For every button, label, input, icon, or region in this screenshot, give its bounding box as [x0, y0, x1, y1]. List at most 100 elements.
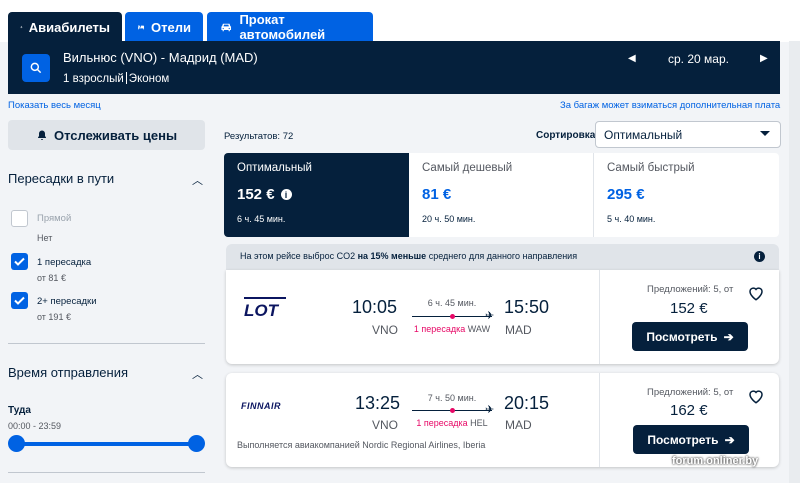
stops-count: 1 пересадка	[413, 324, 466, 334]
departure-time-slider[interactable]	[16, 442, 196, 446]
one-stop-label: 1 пересадка	[37, 257, 92, 268]
two-plus-stops-price: от 191 €	[37, 312, 71, 322]
flight-duration: 7 ч. 50 мин.	[427, 393, 477, 403]
cabin-text: Эконом	[128, 73, 170, 85]
info-icon[interactable]: i	[280, 189, 292, 200]
stops-filter-title: Пересадки в пути	[8, 171, 115, 186]
airline-logo-finnair: FINNAIR	[241, 401, 281, 411]
product-tabs: Авиабилеты Отели Прокат автомобилей	[0, 0, 800, 42]
sort-tab-duration: 6 ч. 45 мин.	[237, 214, 286, 224]
results-count: Результатов: 72	[224, 131, 294, 142]
tab-hotels-label: Отели	[151, 19, 191, 35]
svg-text:LOT: LOT	[244, 301, 280, 319]
sort-tab-fastest[interactable]: Самый быстрый 295 € 5 ч. 40 мин.	[594, 153, 779, 237]
departure-time: 13:25	[355, 393, 401, 413]
arrival-time: 20:15	[504, 393, 550, 413]
arrival-code: MAD	[505, 418, 532, 432]
arrival-time: 15:50	[504, 297, 550, 317]
departure-range: 00:00 - 23:59	[8, 421, 62, 431]
chevron-up-icon[interactable]: ︿	[192, 366, 203, 382]
offers-count: Предложений: 5, от	[647, 284, 734, 295]
sort-label: Сортировка	[536, 130, 596, 141]
caret-down-icon	[760, 131, 770, 136]
checkbox-direct[interactable]	[11, 210, 28, 227]
sort-tab-best[interactable]: Оптимальный 152 € i 6 ч. 45 мин.	[224, 153, 409, 237]
sort-select[interactable]: Оптимальный	[595, 121, 781, 148]
flight-price: 152 €	[670, 300, 708, 317]
stops-count: 1 пересадка	[416, 418, 468, 428]
bed-icon	[138, 25, 145, 30]
tab-car-rental-label: Прокат автомобилей	[239, 12, 326, 42]
divider	[8, 472, 205, 473]
divider	[8, 343, 205, 344]
offers-count: Предложений: 5, от	[647, 387, 734, 398]
co2-highlight: на 15% меньше	[357, 251, 427, 261]
flight-price: 162 €	[670, 402, 708, 419]
heart-icon[interactable]	[747, 284, 765, 302]
flight-duration: 6 ч. 45 мин.	[427, 298, 477, 308]
plane-icon	[20, 25, 23, 29]
page-edge	[789, 41, 800, 483]
view-deal-button[interactable]: Посмотреть ➔	[632, 322, 748, 351]
sort-tab-duration: 5 ч. 40 мин.	[607, 214, 656, 224]
co2-suffix: среднего для данного направления	[426, 251, 578, 261]
sort-tab-title: Самый дешевый	[422, 162, 513, 174]
departure-time-title: Время отправления	[8, 365, 129, 380]
view-deal-button[interactable]: Посмотреть ➔	[633, 425, 749, 454]
search-summary-bar[interactable]: Вильнюс (VNO) - Мадрид (MAD) 1 взрослый Э…	[8, 41, 780, 94]
date-text[interactable]: ср. 20 мар.	[668, 52, 729, 66]
search-button[interactable]	[22, 54, 50, 82]
slider-handle-end[interactable]	[188, 435, 205, 452]
operated-by-text: Выполняется авиакомпанией Nordic Regiona…	[237, 440, 486, 450]
checkmark-icon	[14, 296, 25, 305]
plane-icon: ✈	[485, 310, 495, 322]
card-divider	[599, 270, 600, 364]
co2-prefix: На этом рейсе выброс CO2	[240, 251, 358, 261]
checkbox-two-plus-stops[interactable]	[11, 292, 28, 309]
passengers-text: 1 взрослый	[63, 73, 124, 85]
co2-banner: На этом рейсе выброс CO2 на 15% меньше с…	[226, 244, 779, 270]
flight-card[interactable]: LOT 10:05 VNO 6 ч. 45 мин. ✈ 1 пересадка…	[226, 270, 779, 364]
tab-flights[interactable]: Авиабилеты	[8, 12, 122, 42]
departure-code: VNO	[372, 323, 399, 337]
sort-tab-price: 295 €	[607, 186, 645, 203]
slider-handle-start[interactable]	[8, 435, 25, 452]
route-text: Вильнюс (VNO) - Мадрид (MAD)	[63, 50, 258, 65]
arrow-right-icon: ➔	[724, 432, 735, 447]
checkbox-one-stop[interactable]	[11, 253, 28, 270]
next-date-icon[interactable]: ▶	[760, 53, 768, 64]
stop-dot	[450, 314, 455, 319]
tab-car-rental[interactable]: Прокат автомобилей	[207, 12, 373, 42]
tab-hotels[interactable]: Отели	[125, 12, 203, 42]
show-whole-month-link[interactable]: Показать весь месяц	[8, 100, 101, 111]
track-prices-label: Отслеживать цены	[53, 127, 178, 143]
sort-tab-price: 152 €	[237, 186, 275, 203]
card-divider	[599, 373, 600, 467]
plane-icon: ✈	[485, 404, 495, 416]
arrival-code: MAD	[505, 323, 532, 337]
separator	[125, 72, 127, 84]
search-icon	[30, 62, 42, 74]
chevron-up-icon[interactable]: ︿	[192, 172, 203, 188]
heart-icon[interactable]	[747, 387, 765, 405]
direct-price: Нет	[37, 233, 53, 243]
checkmark-icon	[14, 257, 25, 266]
stops-info: 1 пересадка HEL	[407, 418, 497, 428]
sort-tab-cheapest[interactable]: Самый дешевый 81 € 20 ч. 50 мин.	[409, 153, 594, 237]
sort-tab-price: 81 €	[422, 186, 452, 203]
arrow-right-icon: ➔	[723, 329, 734, 344]
flight-card[interactable]: FINNAIR 13:25 VNO 7 ч. 50 мин. ✈ 1 перес…	[226, 373, 779, 467]
watermark: forum.onliner.by	[672, 455, 759, 467]
bell-icon	[37, 130, 46, 140]
previous-date-icon[interactable]: ◀	[628, 53, 636, 64]
track-prices-button[interactable]: Отслеживать цены	[8, 120, 205, 150]
baggage-fee-link[interactable]: За багаж может взиматься дополнительная …	[560, 100, 780, 111]
car-icon	[221, 23, 232, 32]
departure-time: 10:05	[352, 297, 398, 317]
sort-tab-duration: 20 ч. 50 мин.	[422, 214, 476, 224]
view-deal-label: Посмотреть	[647, 432, 719, 447]
info-icon[interactable]: i	[754, 251, 765, 262]
stops-info: 1 пересадка WAW	[407, 324, 497, 334]
passengers-cabin: 1 взрослый Эконом	[63, 72, 169, 85]
outbound-label: Туда	[8, 405, 31, 416]
